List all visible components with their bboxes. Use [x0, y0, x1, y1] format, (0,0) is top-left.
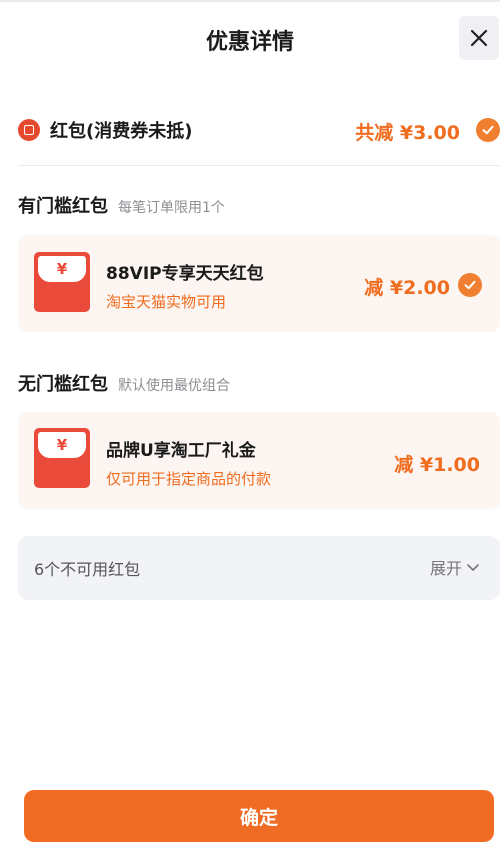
redpacket-envelope-icon: ¥ [34, 428, 90, 488]
card-amount: 减 ¥2.00 [364, 277, 450, 299]
check-circle-icon[interactable] [458, 273, 482, 297]
section-title-label: 有门槛红包 [18, 196, 108, 217]
section-title-label: 无门槛红包 [18, 374, 108, 395]
top-divider [0, 0, 500, 2]
section-title-threshold: 有门槛红包 每笔订单限用1个 [18, 192, 225, 218]
section-subtitle: 默认使用最优组合 [118, 378, 230, 394]
expand-label: 展开 [429, 559, 462, 578]
check-circle-icon[interactable] [476, 118, 500, 142]
chevron-down-icon [467, 564, 479, 571]
redpacket-icon [18, 119, 40, 141]
unavailable-redpackets-row[interactable]: 6个不可用红包 展开 [18, 536, 500, 600]
redpacket-card-88vip[interactable]: ¥ 88VIP专享天天红包 淘宝天猫实物可用 减 ¥2.00 [18, 235, 500, 332]
card-title: 品牌U享淘工厂礼金 [106, 441, 256, 461]
yen-icon: ¥ [38, 432, 86, 458]
redpacket-card-brand[interactable]: ¥ 品牌U享淘工厂礼金 仅可用于指定商品的付款 减 ¥1.00 [18, 412, 500, 509]
section-subtitle: 每笔订单限用1个 [118, 200, 225, 216]
card-title: 88VIP专享天天红包 [106, 264, 264, 284]
section-title-no-threshold: 无门槛红包 默认使用最优组合 [18, 370, 230, 396]
redpacket-summary-row[interactable]: 红包(消费券未抵) 共减 ¥3.00 [18, 112, 500, 148]
card-subtitle: 仅可用于指定商品的付款 [106, 470, 272, 488]
yen-icon: ¥ [38, 256, 86, 282]
expand-button[interactable]: 展开 [430, 555, 480, 579]
close-button[interactable] [459, 16, 499, 60]
confirm-button[interactable]: 确定 [24, 790, 494, 842]
card-subtitle: 淘宝天猫实物可用 [106, 293, 227, 311]
unavailable-label: 6个不可用红包 [34, 560, 141, 579]
redpacket-envelope-icon: ¥ [34, 252, 90, 312]
summary-total: 共减 ¥3.00 [355, 122, 460, 144]
close-icon [470, 29, 488, 47]
divider [18, 165, 500, 166]
page-title: 优惠详情 [205, 30, 294, 55]
summary-label: 红包(消费券未抵) [50, 121, 193, 142]
card-amount: 减 ¥1.00 [394, 454, 480, 476]
